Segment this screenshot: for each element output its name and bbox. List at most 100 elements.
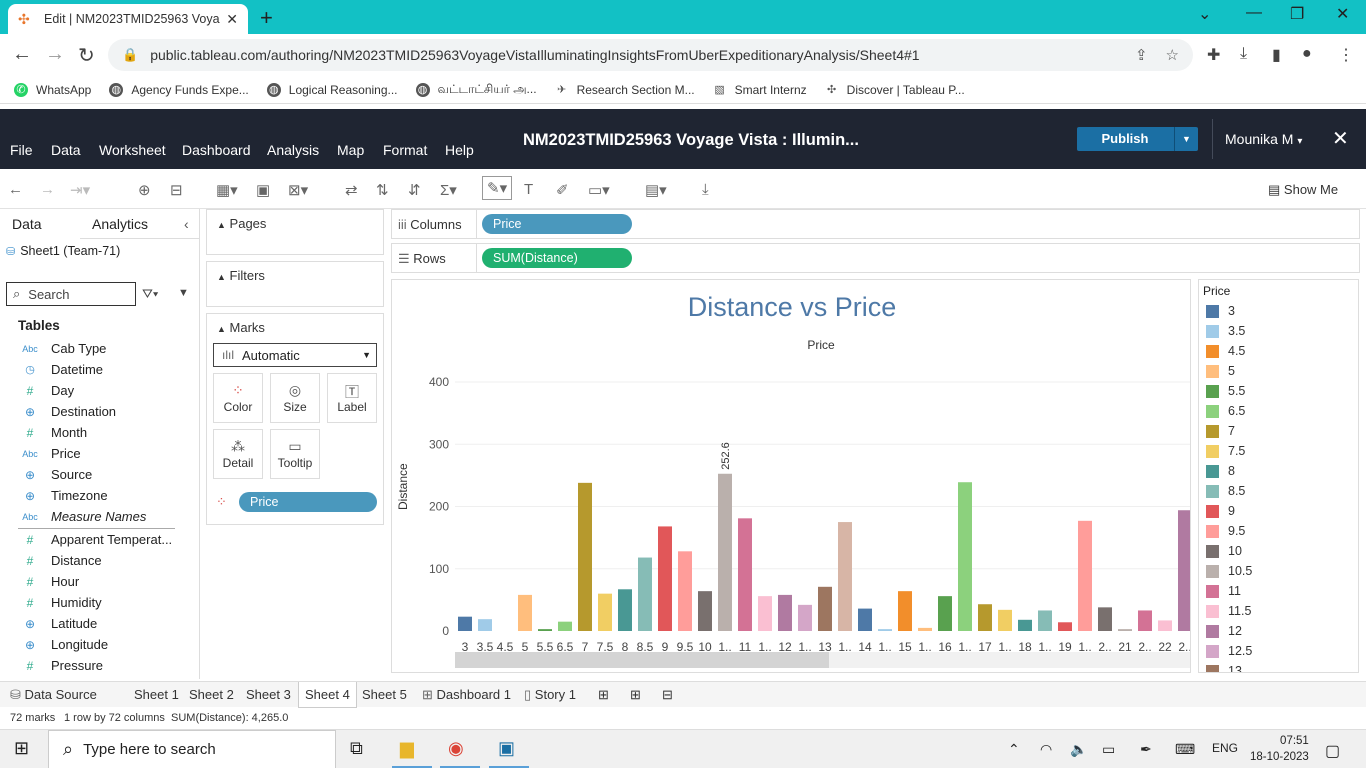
field-price[interactable]: Abc Price xyxy=(20,446,80,461)
wifi-icon[interactable]: ◠ xyxy=(1040,741,1052,758)
fit-view-icon[interactable]: ▭▾ xyxy=(588,181,610,199)
sheet-tab-4-active[interactable]: Sheet 4 xyxy=(298,682,357,708)
bookmark-whatsapp[interactable]: ✆ WhatsApp xyxy=(14,82,91,97)
field-cab-type[interactable]: Abc Cab Type xyxy=(20,341,106,356)
battery-icon[interactable]: ▭ xyxy=(1102,741,1115,758)
data-source-tab[interactable]: ⛁ Data Source xyxy=(10,687,97,703)
windows-start-icon[interactable]: ⊞ xyxy=(14,738,29,759)
bookmark-tamil[interactable]: ◍ வட்டாட்சியர் அ... xyxy=(415,82,537,98)
redo-icon[interactable]: → xyxy=(40,181,55,198)
story-tab[interactable]: ▯ Story 1 xyxy=(524,687,576,703)
highlight-icon[interactable]: ✎▾ xyxy=(482,176,513,200)
task-view-icon[interactable]: ⧉ xyxy=(350,738,363,759)
user-menu[interactable]: Mounika M ▾ xyxy=(1225,131,1302,147)
pause-auto-update-icon[interactable]: ⊟ xyxy=(170,181,183,199)
totals-icon[interactable]: Σ▾ xyxy=(440,181,457,199)
forward-arrow-icon[interactable]: → xyxy=(45,43,65,66)
swap-rows-columns-icon[interactable]: ⇄ xyxy=(345,181,358,199)
tab-search-chevron-icon[interactable]: ⌄ xyxy=(1198,4,1211,24)
mark-type-select[interactable]: ılıl Automatic ▼ xyxy=(213,343,377,367)
browser-menu-icon[interactable]: ⋮ xyxy=(1338,45,1354,65)
field-hour[interactable]: # Hour xyxy=(20,574,80,589)
window-close-icon[interactable]: ✕ xyxy=(1336,4,1349,24)
profile-avatar-icon[interactable]: ● xyxy=(1302,45,1312,63)
replay-icon[interactable]: ⇥▾ xyxy=(70,181,90,199)
publish-dropdown-icon[interactable]: ▼ xyxy=(1174,127,1198,151)
field-humidity[interactable]: # Humidity xyxy=(20,595,102,610)
legend-item[interactable]: 11.5 xyxy=(1206,604,1251,618)
sheet-tab-5[interactable]: Sheet 5 xyxy=(362,687,407,702)
sheet-tab-1[interactable]: Sheet 1 xyxy=(134,687,179,702)
legend-item[interactable]: 11 xyxy=(1206,584,1241,598)
file-explorer-icon[interactable]: ▆ xyxy=(400,738,414,759)
menu-file[interactable]: File xyxy=(10,142,33,158)
legend-item[interactable]: 9 xyxy=(1206,504,1235,518)
url-field[interactable]: 🔒 public.tableau.com/authoring/NM2023TMI… xyxy=(108,39,1193,71)
sheet-tab-2[interactable]: Sheet 2 xyxy=(189,687,234,702)
legend-item[interactable]: 8.5 xyxy=(1206,484,1245,498)
chrome-icon[interactable]: ◉ xyxy=(448,738,464,759)
share-icon[interactable]: ⇪ xyxy=(1135,46,1148,64)
bookmark-research-section[interactable]: ✈ Research Section M... xyxy=(555,83,695,97)
filters-card[interactable]: ▲ Filters xyxy=(206,261,384,307)
legend-item[interactable]: 3.5 xyxy=(1206,324,1245,338)
legend-item[interactable]: 13 xyxy=(1206,664,1242,672)
sheet-tab-3[interactable]: Sheet 3 xyxy=(246,687,291,702)
legend-item[interactable]: 10 xyxy=(1206,544,1242,558)
duplicate-sheet-icon[interactable]: ▣ xyxy=(256,181,270,199)
new-story-tab-icon[interactable]: ⊟ xyxy=(662,687,673,703)
pages-card[interactable]: ▲ Pages xyxy=(206,209,384,255)
label-button[interactable]: 🅃 Label xyxy=(327,373,377,423)
detail-button[interactable]: ⁂ Detail xyxy=(213,429,263,479)
extensions-icon[interactable]: ✚ xyxy=(1207,45,1220,65)
notifications-icon[interactable]: ▢ xyxy=(1325,741,1340,761)
filter-fields-icon[interactable]: ⛛▾ xyxy=(142,286,158,302)
new-worksheet-icon[interactable]: ▦▾ xyxy=(216,181,238,199)
size-button[interactable]: ◎ Size xyxy=(270,373,320,423)
restore-icon[interactable]: ❐ xyxy=(1290,4,1304,24)
legend-item[interactable]: 9.5 xyxy=(1206,524,1245,538)
undo-icon[interactable]: ← xyxy=(8,181,23,198)
horizontal-scrollbar[interactable] xyxy=(455,652,1190,668)
field-longitude[interactable]: ⊕ Longitude xyxy=(20,637,108,652)
close-editor-icon[interactable]: ✕ xyxy=(1332,126,1349,151)
sort-descending-icon[interactable]: ⇵ xyxy=(408,181,421,199)
rows-distance-pill[interactable]: SUM(Distance) xyxy=(482,248,632,268)
field-search-input[interactable]: ⌕ Search xyxy=(6,282,136,306)
keyboard-icon[interactable]: ⌨ xyxy=(1175,741,1195,758)
legend-item[interactable]: 4.5 xyxy=(1206,344,1245,358)
new-tab-icon[interactable]: + xyxy=(260,5,273,31)
field-measure-names[interactable]: Abc Measure Names xyxy=(20,509,146,524)
field-distance[interactable]: # Distance xyxy=(20,553,102,568)
side-panel-icon[interactable]: ▮ xyxy=(1272,45,1281,65)
scrollbar-thumb[interactable] xyxy=(455,652,829,668)
download-view-icon[interactable]: ⤓ xyxy=(702,181,709,198)
legend-item[interactable]: 8 xyxy=(1206,464,1235,478)
bookmark-smart-internz[interactable]: ▧ Smart Internz xyxy=(713,83,806,97)
legend-item[interactable]: 5 xyxy=(1206,364,1235,378)
publish-button[interactable]: Publish ▼ xyxy=(1077,127,1198,151)
download-icon[interactable]: ⤓ xyxy=(1240,45,1247,63)
reload-icon[interactable]: ↻ xyxy=(78,43,95,68)
menu-worksheet[interactable]: Worksheet xyxy=(99,142,166,158)
pane-menu-icon[interactable]: ▼ xyxy=(178,287,189,299)
tooltip-button[interactable]: ▭ Tooltip xyxy=(270,429,320,479)
bookmark-star-icon[interactable]: ☆ xyxy=(1166,46,1179,64)
new-dashboard-tab-icon[interactable]: ⊞ xyxy=(630,687,641,703)
clock[interactable]: 07:51 18-10-2023 xyxy=(1250,733,1309,765)
collapse-pane-icon[interactable]: ‹ xyxy=(184,216,189,232)
menu-format[interactable]: Format xyxy=(383,142,427,158)
field-destination[interactable]: ⊕ Destination xyxy=(20,404,116,419)
tab-data[interactable]: Data xyxy=(12,216,42,232)
menu-map[interactable]: Map xyxy=(337,142,364,158)
menu-analysis[interactable]: Analysis xyxy=(267,142,319,158)
price-color-pill[interactable]: Price xyxy=(239,492,377,512)
field-source[interactable]: ⊕ Source xyxy=(20,467,92,482)
color-button[interactable]: ⁘ Color xyxy=(213,373,263,423)
legend-item[interactable]: 12.5 xyxy=(1206,644,1252,658)
format-workbook-icon[interactable]: ✐ xyxy=(556,181,569,199)
minimize-icon[interactable]: — xyxy=(1246,4,1262,22)
bookmark-logical-reasoning[interactable]: ◍ Logical Reasoning... xyxy=(266,82,398,97)
field-latitude[interactable]: ⊕ Latitude xyxy=(20,616,97,631)
field-apparent-temperature[interactable]: # Apparent Temperat... xyxy=(20,532,173,547)
